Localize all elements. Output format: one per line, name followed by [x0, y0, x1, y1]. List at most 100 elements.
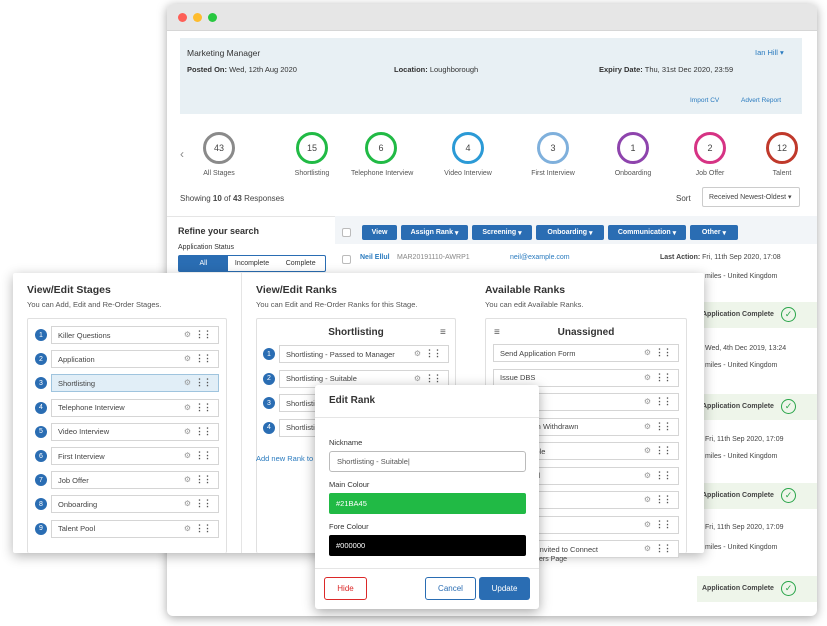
- expand-icon[interactable]: ≡: [494, 327, 500, 338]
- rank-item-cont: ers Page: [539, 556, 568, 563]
- gear-icon[interactable]: ⚙: [644, 422, 651, 431]
- list-item[interactable]: Shortlisting ⚙ ⋮⋮: [51, 374, 219, 393]
- job-title: Marketing Manager: [187, 48, 261, 58]
- list-item[interactable]: Send Application Form ⚙ ⋮⋮: [493, 344, 679, 362]
- stage-label: Onboarding: [614, 170, 652, 177]
- drag-handle-icon[interactable]: ⋮⋮: [655, 519, 672, 530]
- gear-icon[interactable]: ⚙: [184, 524, 191, 533]
- gear-icon[interactable]: ⚙: [414, 349, 421, 358]
- sort-select[interactable]: Received Newest-Oldest ▾: [702, 187, 800, 207]
- gear-icon[interactable]: ⚙: [644, 446, 651, 455]
- drag-handle-icon[interactable]: ⋮⋮: [655, 347, 672, 358]
- stage-count: 15: [296, 132, 328, 164]
- gear-icon[interactable]: ⚙: [184, 403, 191, 412]
- hide-button[interactable]: Hide: [324, 577, 367, 600]
- nickname-input[interactable]: Shortlisting - Suitable |: [329, 451, 526, 472]
- gear-icon[interactable]: ⚙: [644, 397, 651, 406]
- screening-button[interactable]: Screening ▾: [472, 225, 532, 240]
- gear-icon[interactable]: ⚙: [644, 471, 651, 480]
- list-item[interactable]: Onboarding ⚙ ⋮⋮: [51, 495, 219, 514]
- list-item[interactable]: Issue DBS ⚙ ⋮⋮: [493, 368, 679, 387]
- import-cv-link[interactable]: Import CV: [690, 97, 719, 104]
- order-number: 4: [263, 421, 275, 434]
- stage-label: Telephone Interview: [351, 170, 414, 177]
- gear-icon[interactable]: ⚙: [184, 330, 191, 339]
- drag-handle-icon[interactable]: ⋮⋮: [655, 543, 672, 554]
- stage-2[interactable]: 6 Telephone Interview: [351, 132, 414, 177]
- stage-3[interactable]: 4 Video Interview: [438, 132, 498, 177]
- stage-7[interactable]: 12 Talent: [752, 132, 812, 177]
- list-item[interactable]: Telephone Interview ⚙ ⋮⋮: [51, 398, 219, 417]
- stage-6[interactable]: 2 Job Offer: [680, 132, 740, 177]
- list-item[interactable]: Video Interview ⚙ ⋮⋮: [51, 422, 219, 441]
- candidate-email[interactable]: neil@example.com: [510, 254, 570, 261]
- drag-handle-icon[interactable]: ⋮⋮: [655, 372, 672, 383]
- gear-icon[interactable]: ⚙: [184, 354, 191, 363]
- minimize-window-button[interactable]: [193, 13, 202, 22]
- row-checkbox[interactable]: [342, 255, 351, 264]
- tab-all[interactable]: All: [179, 256, 228, 271]
- list-item[interactable]: Job Offer ⚙ ⋮⋮: [51, 471, 219, 490]
- select-all-checkbox[interactable]: [342, 228, 351, 237]
- drag-handle-icon[interactable]: ⋮⋮: [655, 494, 672, 505]
- gear-icon[interactable]: ⚙: [644, 544, 651, 553]
- close-window-button[interactable]: [178, 13, 187, 22]
- location-label: Location:: [394, 65, 428, 74]
- tab-incomplete[interactable]: Incomplete: [228, 256, 277, 271]
- collapse-icon[interactable]: ≡: [440, 327, 446, 338]
- add-rank-link[interactable]: Add new Rank to: [256, 454, 313, 463]
- gear-icon[interactable]: ⚙: [644, 373, 651, 382]
- chevron-left-icon[interactable]: ‹: [180, 147, 184, 161]
- drag-handle-icon[interactable]: ⋮⋮: [425, 348, 442, 359]
- stage-1[interactable]: 15 Shortlisting: [282, 132, 342, 177]
- drag-handle-icon[interactable]: ⋮⋮: [195, 523, 212, 534]
- stage-0[interactable]: 43 All Stages: [189, 132, 249, 177]
- assign-rank-button[interactable]: Assign Rank ▾: [401, 225, 468, 240]
- gear-icon[interactable]: ⚙: [644, 348, 651, 357]
- gear-icon[interactable]: ⚙: [644, 495, 651, 504]
- list-item[interactable]: First Interview ⚙ ⋮⋮: [51, 447, 219, 465]
- other-button[interactable]: Other ▾: [690, 225, 738, 240]
- drag-handle-icon[interactable]: ⋮⋮: [425, 373, 442, 384]
- update-button[interactable]: Update: [479, 577, 530, 600]
- drag-handle-icon[interactable]: ⋮⋮: [195, 329, 212, 340]
- drag-handle-icon[interactable]: ⋮⋮: [195, 474, 212, 485]
- fore-colour-input[interactable]: #000000: [329, 535, 526, 556]
- drag-handle-icon[interactable]: ⋮⋮: [195, 353, 212, 364]
- gear-icon[interactable]: ⚙: [184, 499, 191, 508]
- user-menu[interactable]: Ian Hill ▾: [755, 48, 784, 57]
- drag-handle-icon[interactable]: ⋮⋮: [655, 396, 672, 407]
- drag-handle-icon[interactable]: ⋮⋮: [655, 445, 672, 456]
- check-circle-icon: ✓: [781, 399, 796, 414]
- drag-handle-icon[interactable]: ⋮⋮: [655, 470, 672, 481]
- onboarding-button[interactable]: Onboarding ▾: [536, 225, 604, 240]
- drag-handle-icon[interactable]: ⋮⋮: [195, 402, 212, 413]
- list-item[interactable]: Killer Questions ⚙ ⋮⋮: [51, 326, 219, 344]
- drag-handle-icon[interactable]: ⋮⋮: [195, 426, 212, 437]
- cancel-button[interactable]: Cancel: [425, 577, 476, 600]
- communication-button[interactable]: Communication ▾: [608, 225, 686, 240]
- list-item[interactable]: Talent Pool ⚙ ⋮⋮: [51, 519, 219, 538]
- posted-label: Posted On:: [187, 65, 228, 74]
- status-complete: Application Complete: [702, 403, 774, 410]
- gear-icon[interactable]: ⚙: [644, 520, 651, 529]
- gear-icon[interactable]: ⚙: [184, 378, 191, 387]
- main-colour-input[interactable]: #21BA45: [329, 493, 526, 514]
- candidate-name[interactable]: Neil Ellul: [360, 254, 390, 261]
- gear-icon[interactable]: ⚙: [184, 475, 191, 484]
- gear-icon[interactable]: ⚙: [184, 451, 191, 460]
- stage-4[interactable]: 3 First Interview: [523, 132, 583, 177]
- advert-report-link[interactable]: Advert Report: [741, 97, 781, 104]
- drag-handle-icon[interactable]: ⋮⋮: [655, 421, 672, 432]
- gear-icon[interactable]: ⚙: [184, 427, 191, 436]
- stage-5[interactable]: 1 Onboarding: [603, 132, 663, 177]
- list-item[interactable]: Application ⚙ ⋮⋮: [51, 350, 219, 369]
- drag-handle-icon[interactable]: ⋮⋮: [195, 450, 212, 461]
- view-button[interactable]: View: [362, 225, 397, 240]
- gear-icon[interactable]: ⚙: [414, 374, 421, 383]
- drag-handle-icon[interactable]: ⋮⋮: [195, 498, 212, 509]
- tab-complete[interactable]: Complete: [276, 256, 325, 271]
- drag-handle-icon[interactable]: ⋮⋮: [195, 377, 212, 388]
- list-item[interactable]: Shortlisting - Passed to Manager ⚙ ⋮⋮: [279, 345, 449, 363]
- maximize-window-button[interactable]: [208, 13, 217, 22]
